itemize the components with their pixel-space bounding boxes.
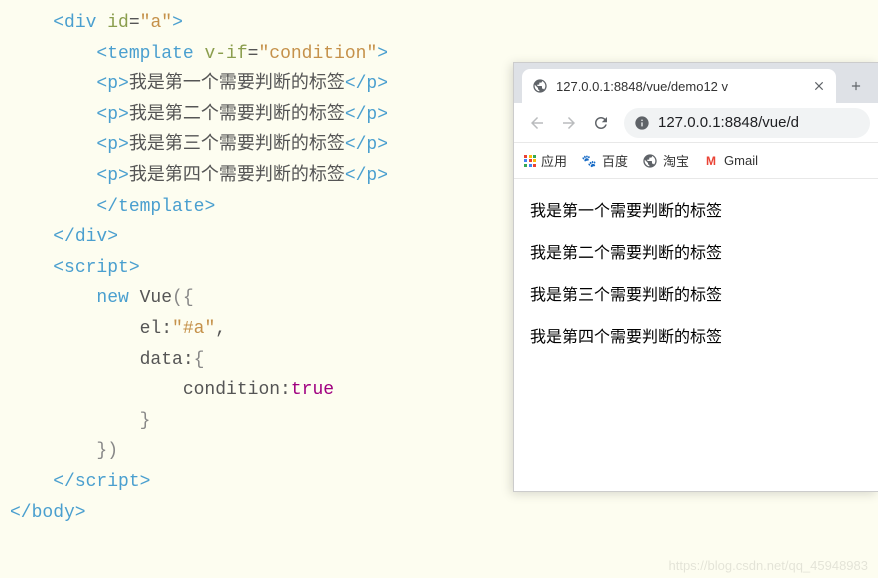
content-paragraph: 我是第一个需要判断的标签	[530, 197, 862, 221]
browser-window: 127.0.0.1:8848/vue/demo12 v 127.0.0.1:88…	[513, 62, 878, 492]
watermark: https://blog.csdn.net/qq_45948983	[669, 558, 869, 573]
close-icon[interactable]	[812, 79, 826, 93]
tab-title: 127.0.0.1:8848/vue/demo12 v	[556, 79, 804, 94]
content-paragraph: 我是第四个需要判断的标签	[530, 323, 862, 347]
content-paragraph: 我是第三个需要判断的标签	[530, 281, 862, 305]
baidu-icon: 🐾	[581, 153, 597, 169]
url-bar[interactable]: 127.0.0.1:8848/vue/d	[624, 108, 870, 138]
apps-icon	[524, 155, 536, 167]
gmail-icon: M	[703, 153, 719, 169]
content-paragraph: 我是第二个需要判断的标签	[530, 239, 862, 263]
code-line: <div id="a">	[0, 8, 878, 39]
bookmarks-bar: 应用 🐾 百度 淘宝 M Gmail	[514, 143, 878, 179]
bookmark-label: 百度	[602, 151, 628, 170]
bookmark-taobao[interactable]: 淘宝	[642, 151, 689, 170]
arrow-right-icon	[560, 114, 578, 132]
tab-bar: 127.0.0.1:8848/vue/demo12 v	[514, 63, 878, 103]
new-tab-button[interactable]	[842, 72, 870, 100]
bookmark-gmail[interactable]: M Gmail	[703, 153, 758, 169]
arrow-left-icon	[528, 114, 546, 132]
browser-tab[interactable]: 127.0.0.1:8848/vue/demo12 v	[522, 69, 836, 103]
globe-icon	[642, 153, 658, 169]
page-content: 我是第一个需要判断的标签 我是第二个需要判断的标签 我是第三个需要判断的标签 我…	[514, 179, 878, 491]
info-icon	[634, 115, 650, 131]
forward-button[interactable]	[554, 108, 584, 138]
code-line: </body>	[0, 498, 878, 529]
browser-toolbar: 127.0.0.1:8848/vue/d	[514, 103, 878, 143]
reload-button[interactable]	[586, 108, 616, 138]
bookmark-label: 应用	[541, 151, 567, 170]
url-text: 127.0.0.1:8848/vue/d	[658, 114, 799, 131]
plus-icon	[849, 79, 863, 93]
bookmark-baidu[interactable]: 🐾 百度	[581, 151, 628, 170]
bookmark-apps[interactable]: 应用	[524, 151, 567, 170]
back-button[interactable]	[522, 108, 552, 138]
reload-icon	[592, 114, 610, 132]
globe-icon	[532, 78, 548, 94]
bookmark-label: 淘宝	[663, 151, 689, 170]
bookmark-label: Gmail	[724, 153, 758, 168]
